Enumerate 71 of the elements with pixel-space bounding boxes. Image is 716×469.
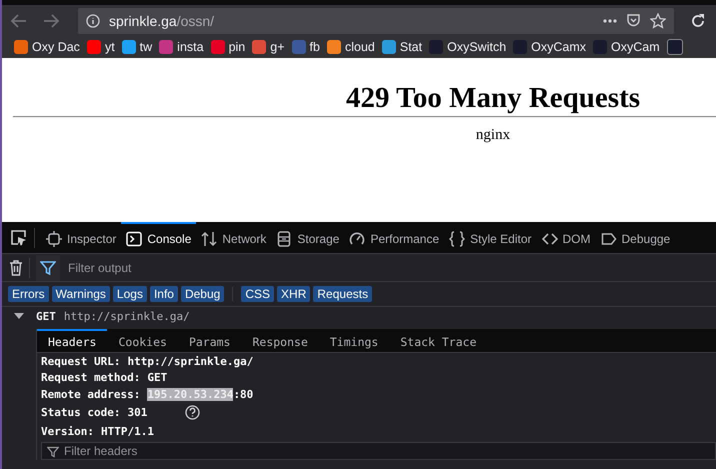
info-icon[interactable]: [86, 14, 100, 28]
header-name: Status code:: [41, 406, 120, 419]
devtools-tab[interactable]: Storage: [271, 222, 344, 253]
element-picker-icon[interactable]: [10, 228, 28, 246]
gauge-icon: [349, 230, 366, 246]
filter-toggle[interactable]: Logs: [112, 286, 147, 302]
bookmark[interactable]: OxyCamx: [513, 40, 586, 54]
request-method: GET: [36, 310, 56, 322]
header-value: http://sprinkle.ga/: [127, 354, 254, 368]
url-host: sprinkle.ga: [109, 12, 177, 28]
page-heading: 429 Too Many Requests: [344, 81, 642, 114]
url-path: /ossn/: [176, 12, 214, 28]
bookmark[interactable]: Stat: [382, 40, 422, 54]
devtools-tab[interactable]: Inspector: [41, 222, 122, 253]
bookmark[interactable]: yt: [86, 40, 115, 54]
bookmark[interactable]: cloud: [326, 40, 375, 54]
star-icon[interactable]: [650, 12, 666, 28]
detail-tab[interactable]: Headers: [37, 329, 108, 352]
header-value: HTTP/1.1: [100, 425, 154, 438]
header-name: Remote address:: [41, 388, 140, 401]
devtools-tab[interactable]: Style Editor: [444, 222, 536, 253]
detail-tab[interactable]: Params: [178, 329, 242, 352]
braces-icon: [449, 230, 466, 246]
filter-toggle[interactable]: Info: [150, 286, 178, 302]
devtools-tab[interactable]: Debugge: [596, 222, 676, 253]
bookmark[interactable]: insta: [159, 40, 204, 54]
filter-toggle[interactable]: Debug: [180, 286, 224, 302]
filter-icon[interactable]: [40, 260, 56, 276]
header-name: Request method:: [41, 371, 140, 384]
help-icon[interactable]: [185, 405, 200, 420]
devtools-tab[interactable]: Console: [121, 222, 196, 253]
tag-icon: [600, 230, 616, 246]
server-name: nginx: [476, 127, 510, 143]
address-bar[interactable]: sprinkle.ga/ossn/: [78, 8, 674, 34]
header-value: 195.20.53.234:80: [147, 388, 254, 401]
bookmark[interactable]: g+: [252, 40, 285, 54]
bookmark[interactable]: Oxy Dac: [14, 40, 80, 54]
detail-tab[interactable]: Stack Trace: [389, 329, 488, 352]
filter-field[interactable]: Filter output: [60, 254, 716, 282]
trash-icon[interactable]: [9, 260, 23, 276]
devtools-tab[interactable]: DOM: [536, 222, 596, 253]
header-name: Version:: [41, 425, 94, 438]
filter-toggle[interactable]: CSS: [241, 286, 274, 302]
inspector-icon: [46, 230, 62, 246]
devtools-tab[interactable]: Performance: [344, 222, 444, 253]
devtools-tab[interactable]: Network: [196, 222, 272, 253]
detail-tab[interactable]: Timings: [318, 329, 390, 352]
expand-arrow-icon[interactable]: [14, 312, 24, 320]
header-name: Request URL:: [41, 354, 120, 368]
console-icon: [126, 230, 142, 246]
header-value: GET: [147, 371, 168, 384]
network-icon: [201, 230, 218, 246]
request-url[interactable]: http://sprinkle.ga/: [64, 310, 190, 322]
bookmark[interactable]: tw: [122, 40, 152, 54]
filter-toggle[interactable]: XHR: [277, 286, 310, 302]
code-icon: [542, 230, 558, 246]
header-value: 301: [127, 406, 148, 419]
pocket-icon[interactable]: [626, 13, 641, 28]
bookmark[interactable]: OxySwitch: [429, 40, 506, 54]
bookmark-icon[interactable]: [666, 39, 683, 55]
filter-toggle[interactable]: Warnings: [52, 286, 110, 302]
more-icon[interactable]: [603, 18, 617, 22]
filter-toggle[interactable]: Requests: [313, 286, 372, 302]
detail-tab[interactable]: Response: [241, 329, 319, 352]
filter-toggle[interactable]: Errors: [8, 286, 49, 302]
bookmark[interactable]: fb: [292, 40, 320, 54]
storage-icon: [276, 230, 292, 246]
bookmark[interactable]: pin: [210, 40, 246, 54]
filter-headers-field[interactable]: Filter headers: [41, 442, 716, 460]
detail-tab[interactable]: Cookies: [107, 329, 178, 352]
bookmark[interactable]: OxyCam: [593, 40, 660, 54]
